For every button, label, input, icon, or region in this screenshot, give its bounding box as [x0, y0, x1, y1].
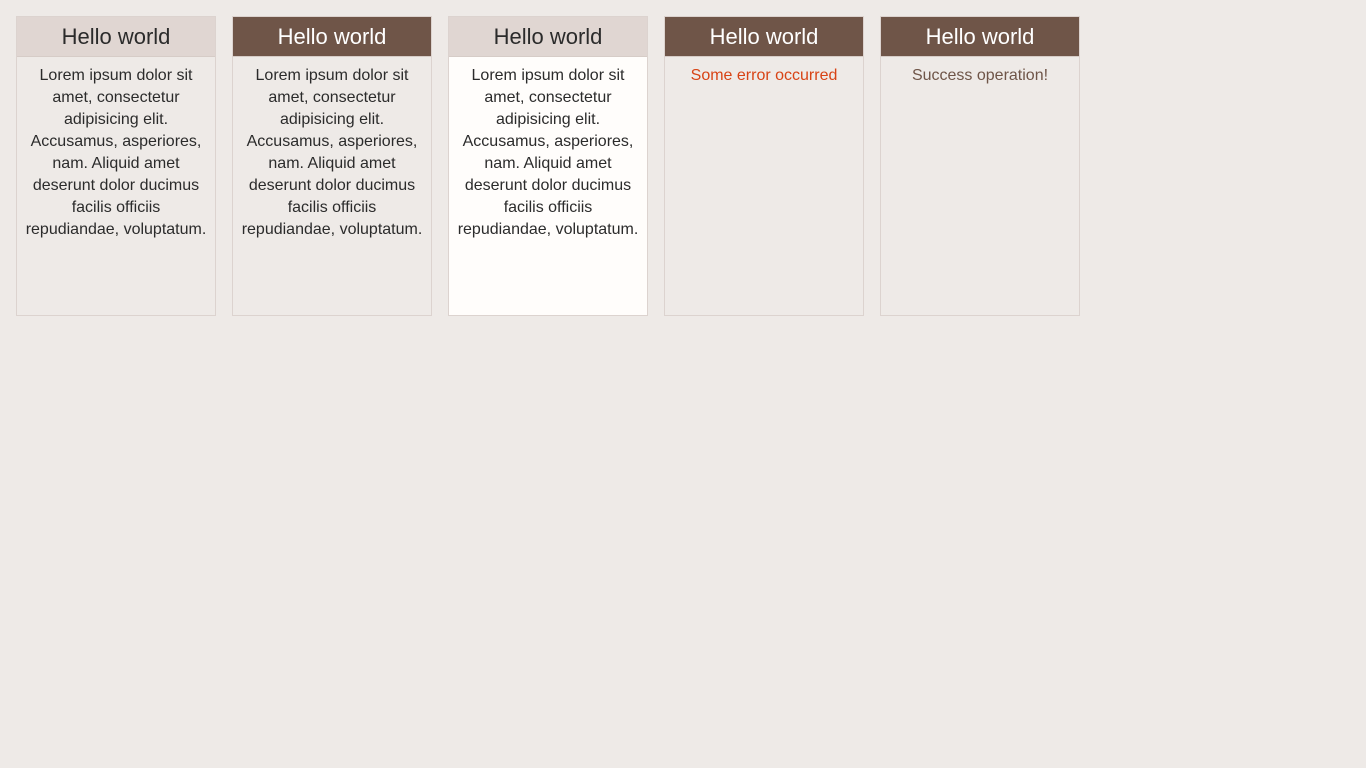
card-body-text: Lorem ipsum dolor sit amet, consectetur … [457, 67, 639, 238]
cards-container: Hello world Lorem ipsum dolor sit amet, … [16, 16, 1080, 316]
card-success: Hello world Success operation! [880, 16, 1080, 316]
card-body-text: Lorem ipsum dolor sit amet, consectetur … [25, 67, 207, 238]
card-title: Hello world [881, 17, 1079, 57]
card-title: Hello world [233, 17, 431, 57]
card-title: Hello world [665, 17, 863, 57]
card-error: Hello world Some error occurred [664, 16, 864, 316]
card-title: Hello world [449, 17, 647, 57]
card-body-text: Lorem ipsum dolor sit amet, consectetur … [241, 67, 423, 238]
card-3: Hello world Lorem ipsum dolor sit amet, … [448, 16, 648, 316]
card-1: Hello world Lorem ipsum dolor sit amet, … [16, 16, 216, 316]
card-title: Hello world [17, 17, 215, 57]
success-message: Success operation! [911, 67, 1049, 84]
card-2: Hello world Lorem ipsum dolor sit amet, … [232, 16, 432, 316]
error-message: Some error occurred [690, 67, 838, 84]
